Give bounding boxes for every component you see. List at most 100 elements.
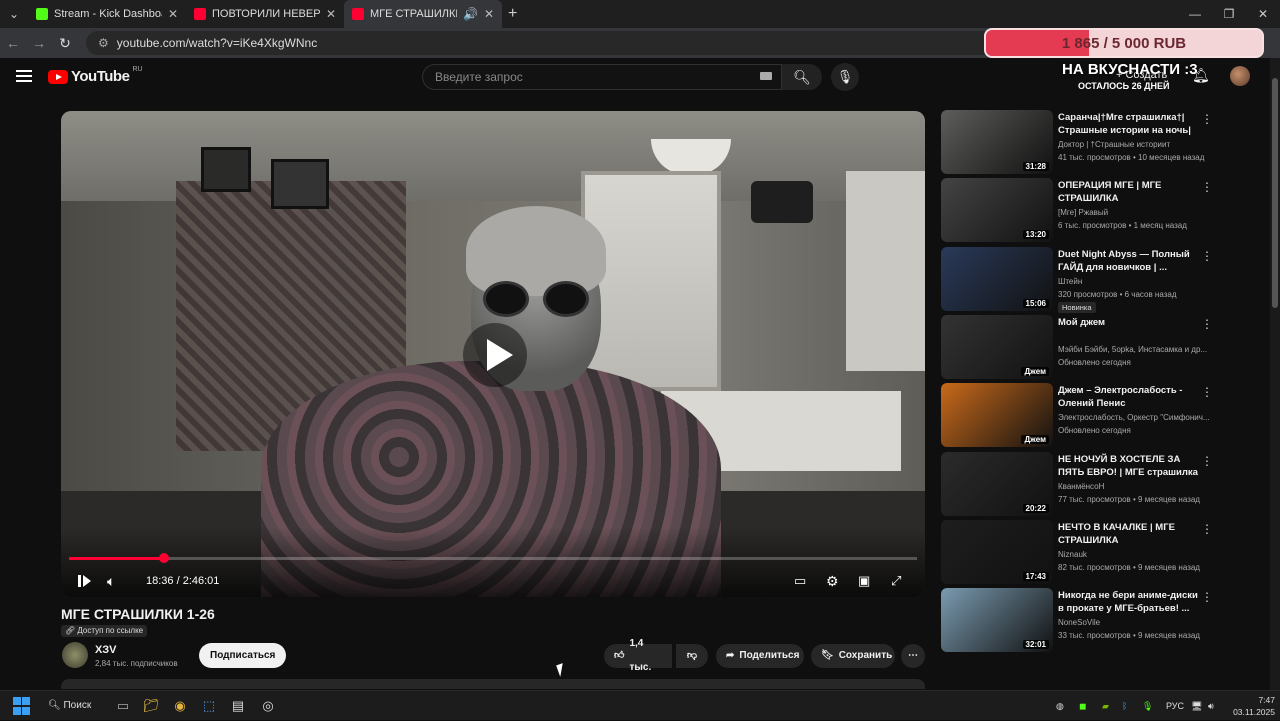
chrome-icon[interactable]: ◉ [171,697,189,715]
channel-name[interactable]: ХЗV [95,644,116,656]
recommendation-thumbnail[interactable]: 20:22 [941,451,1053,516]
scrubber-handle[interactable] [158,553,169,563]
recommendation-thumbnail[interactable]: 31:28 [941,110,1053,174]
subscribe-button[interactable]: Подписаться [199,643,287,668]
search-input[interactable]: Введите запрос [422,64,782,90]
recommendation-title[interactable]: Саранча|†Мге страшилка†| Страшные истори… [1058,111,1203,137]
close-tab-icon[interactable]: ✕ [326,7,336,21]
account-avatar[interactable] [1230,66,1250,86]
recommendation-title[interactable]: Duet Night Abyss — Полный ГАЙД для нович… [1058,248,1203,274]
recommendation-item[interactable]: Джем Мой джем Мэйби Бэйби, 5opka, Инстасам… [941,314,1221,379]
dislike-button[interactable]: 👎︎ [676,644,708,668]
recommendation-channel[interactable]: Штейн [1058,277,1213,286]
volume-icon[interactable]: 🔈︎ [107,571,115,591]
forward-icon[interactable]: → [26,35,52,51]
play-pause-button[interactable] [77,571,91,591]
recommendation-thumbnail[interactable]: 17:43 [941,519,1053,584]
recommendation-channel[interactable]: Мэйби Бэйби, 5opka, Инстасамка и др... [1058,345,1213,354]
description-box[interactable] [61,679,925,689]
close-tab-icon[interactable]: ✕ [168,7,178,21]
menu-icon[interactable] [16,70,32,82]
scrollbar-thumb[interactable] [1272,78,1278,308]
more-options-icon[interactable]: ⋮ [1201,385,1213,399]
recommendation-title[interactable]: Никогда не бери аниме-диски в прокате у … [1058,589,1203,615]
recommendation-item[interactable]: 13:20 ОПЕРАЦИЯ МГЕ | МГЕ СТРАШИЛКА [Мге] Р… [941,178,1221,243]
notifications-bell-icon[interactable]: 🔔︎ [1192,67,1210,84]
recommendation-title[interactable]: НЕ НОЧУЙ В ХОСТЕЛЕ ЗА ПЯТЬ ЕВРО! | МГЕ с… [1058,453,1203,479]
obs-icon[interactable]: ◎ [259,697,277,715]
taskbar-clock[interactable]: 7:47 03.11.2025 [1229,694,1275,718]
volume-tray-icon[interactable]: 🔊︎ [1208,691,1214,721]
settings-gear-icon[interactable]: ⚙︎ [826,571,839,591]
recommendation-item[interactable]: Джем Джем – Электрослабость - Олений Пени… [941,383,1221,448]
big-play-button[interactable] [463,323,527,387]
tray-nvidia-icon[interactable]: ▰ [1102,691,1109,721]
close-tab-icon[interactable]: ✕ [484,7,494,21]
recommendation-title[interactable]: НЕЧТО В КАЧАЛКЕ | МГЕ СТРАШИЛКА [1058,521,1203,547]
language-indicator[interactable]: РУС [1166,691,1184,721]
snipping-tool-icon[interactable]: ⬚ [200,697,218,715]
recommendation-item[interactable]: 20:22 НЕ НОЧУЙ В ХОСТЕЛЕ ЗА ПЯТЬ ЕВРО! | … [941,451,1221,516]
keyboard-icon[interactable] [760,72,772,80]
subtitles-icon[interactable]: ▭ [794,571,806,591]
recommendation-thumbnail[interactable]: Джем [941,314,1053,379]
channel-avatar[interactable] [62,642,88,668]
more-options-icon[interactable]: ⋮ [1201,590,1213,604]
recommendation-item[interactable]: 15:06 Duet Night Abyss — Полный ГАЙД для … [941,246,1221,313]
recommendation-thumbnail[interactable]: Джем [941,383,1053,448]
taskbar-search[interactable]: 🔍︎ Поиск [44,696,100,716]
video-player[interactable]: 🔈︎ 18:36 / 2:46:01 ▭ ⚙︎ ▣ ⤢ [61,111,925,597]
like-button[interactable]: 👍︎ 1,4 тыс. [604,638,672,673]
recommendation-title[interactable]: ОПЕРАЦИЯ МГЕ | МГЕ СТРАШИЛКА [1058,179,1203,205]
voice-search-button[interactable]: 🎙︎ [831,63,859,91]
close-window-icon[interactable]: ✕ [1246,0,1280,28]
audio-icon[interactable]: 🔊 [463,7,478,21]
microphone-tray-icon[interactable]: 🎙︎ [1142,691,1153,721]
theater-mode-icon[interactable]: ▣ [858,571,870,591]
site-info-icon[interactable]: ⚙ [98,36,109,50]
recommendation-item[interactable]: 31:28 Саранча|†Мге страшилка†| Страшные и… [941,110,1221,174]
save-button[interactable]: 🔖︎ Сохранить [811,644,895,668]
tab-search-icon[interactable]: ⌄ [0,7,28,21]
page-scrollbar[interactable] [1270,58,1280,690]
more-options-icon[interactable]: ⋮ [1201,112,1213,126]
youtube-logo[interactable]: YouTube RU [48,66,143,85]
tab-kick[interactable]: Stream - Kick Dashboard ✕ [28,0,186,28]
recommendation-channel[interactable]: Доктор | †Страшные историит [1058,140,1213,149]
app-icon[interactable]: ▤ [229,697,247,715]
search-button[interactable]: 🔍︎ [782,64,822,90]
file-explorer-icon[interactable]: 📁︎ [142,697,160,715]
network-icon[interactable]: 🖥︎ [1191,691,1202,721]
start-windows-icon[interactable] [13,697,31,715]
recommendation-thumbnail[interactable]: 15:06 [941,246,1053,311]
more-options-icon[interactable]: ⋮ [1201,180,1213,194]
recommendation-channel[interactable]: Электрослабость, Оркестр "Симфонич... [1058,413,1213,422]
tray-app-icon[interactable]: ◍ [1056,691,1064,721]
more-actions-button[interactable]: ⋯ [901,644,925,668]
recommendation-title[interactable]: Мой джем [1058,316,1203,329]
recommendation-channel[interactable]: [Мге] Ржавый [1058,208,1213,217]
video-progress-bar[interactable] [69,553,917,563]
task-view-icon[interactable]: ▭ [114,697,132,715]
recommendation-channel[interactable]: NoneSoVile [1058,618,1213,627]
more-options-icon[interactable]: ⋮ [1201,454,1213,468]
new-tab-icon[interactable]: + [508,5,517,23]
back-icon[interactable]: ← [0,35,26,51]
recommendation-item[interactable]: 32:01 Никогда не бери аниме-диски в прока… [941,588,1221,653]
recommendation-thumbnail[interactable]: 32:01 [941,588,1053,653]
minimize-icon[interactable]: — [1178,0,1212,28]
more-options-icon[interactable]: ⋮ [1201,249,1213,263]
recommendation-thumbnail[interactable]: 13:20 [941,178,1053,243]
share-button[interactable]: ➦ Поделиться [716,644,804,668]
more-options-icon[interactable]: ⋮ [1201,522,1213,536]
recommendation-item[interactable]: 17:43 НЕЧТО В КАЧАЛКЕ | МГЕ СТРАШИЛКА Nizn… [941,519,1221,584]
tab-youtube-active[interactable]: МГЕ СТРАШИЛКИ 1-26 - Y 🔊 ✕ [344,0,502,28]
more-options-icon[interactable]: ⋮ [1201,317,1213,331]
reload-icon[interactable]: ↻ [52,35,78,52]
tab-youtube-1[interactable]: ПОВТОРИЛИ НЕВЕРОЯТНУЮ ✕ [186,0,344,28]
bluetooth-icon[interactable]: ᛒ [1122,691,1127,721]
recommendation-channel[interactable]: Niznauk [1058,550,1213,559]
recommendation-title[interactable]: Джем – Электрослабость - Олений Пенис [1058,384,1203,410]
fullscreen-icon[interactable]: ⤢ [891,571,901,591]
restore-icon[interactable]: ❐ [1212,0,1246,28]
